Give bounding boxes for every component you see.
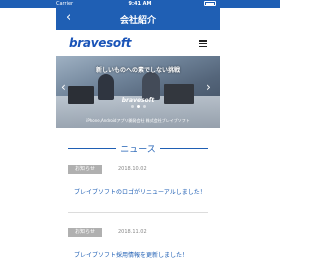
hero-carousel[interactable]: 新しいものへの素でしない挑戦 bravesoft ‹ › iPhone,Andr…	[56, 56, 220, 128]
page-title: 会社紹介	[119, 16, 156, 26]
news-link[interactable]: ブレイブソフトのロゴがリニューアルしました！	[74, 187, 214, 198]
news-divider	[68, 212, 208, 213]
news-item[interactable]: お知らせ 2018.10.02 ブレイブソフトのロゴがリニューアルしました！	[56, 165, 220, 215]
carousel-next-icon[interactable]: ›	[206, 80, 211, 94]
carousel-dot[interactable]	[142, 105, 146, 108]
hero-photo-person	[142, 72, 160, 100]
news-badge: お知らせ	[68, 165, 102, 174]
news-badge: お知らせ	[68, 228, 102, 237]
site-header: bravesoft	[56, 30, 220, 56]
hero-caption: 新しいものへの素でしない挑戦	[95, 67, 180, 74]
hamburger-menu-icon[interactable]	[199, 40, 207, 48]
news-date: 2018.11.02	[118, 229, 147, 235]
hero-logo: bravesoft	[121, 97, 155, 104]
battery-icon	[204, 1, 216, 6]
news-section-heading: ニュース	[56, 141, 220, 155]
news-link[interactable]: ブレイブソフト採用情報を更新しました！	[74, 250, 214, 261]
heading-divider-line	[160, 148, 208, 149]
bravesoft-logo[interactable]: bravesoft	[69, 36, 132, 50]
status-time: 9:41 AM	[128, 1, 152, 7]
navigation-bar: ‹ 会社紹介	[56, 8, 220, 30]
hero-footer-text: iPhone,Androidアプリ開発会社 株式会社ブレイブソフト	[86, 118, 190, 123]
carousel-dots	[56, 105, 220, 108]
news-item[interactable]: お知らせ 2018.11.02 ブレイブソフト採用情報を更新しました！	[56, 228, 220, 278]
carousel-dot[interactable]	[130, 105, 134, 108]
carousel-dot-active[interactable]	[136, 105, 140, 108]
news-date: 2018.10.02	[118, 166, 147, 172]
carousel-prev-icon[interactable]: ‹	[61, 80, 66, 94]
status-bar: Carrier 9:41 AM	[0, 0, 280, 8]
